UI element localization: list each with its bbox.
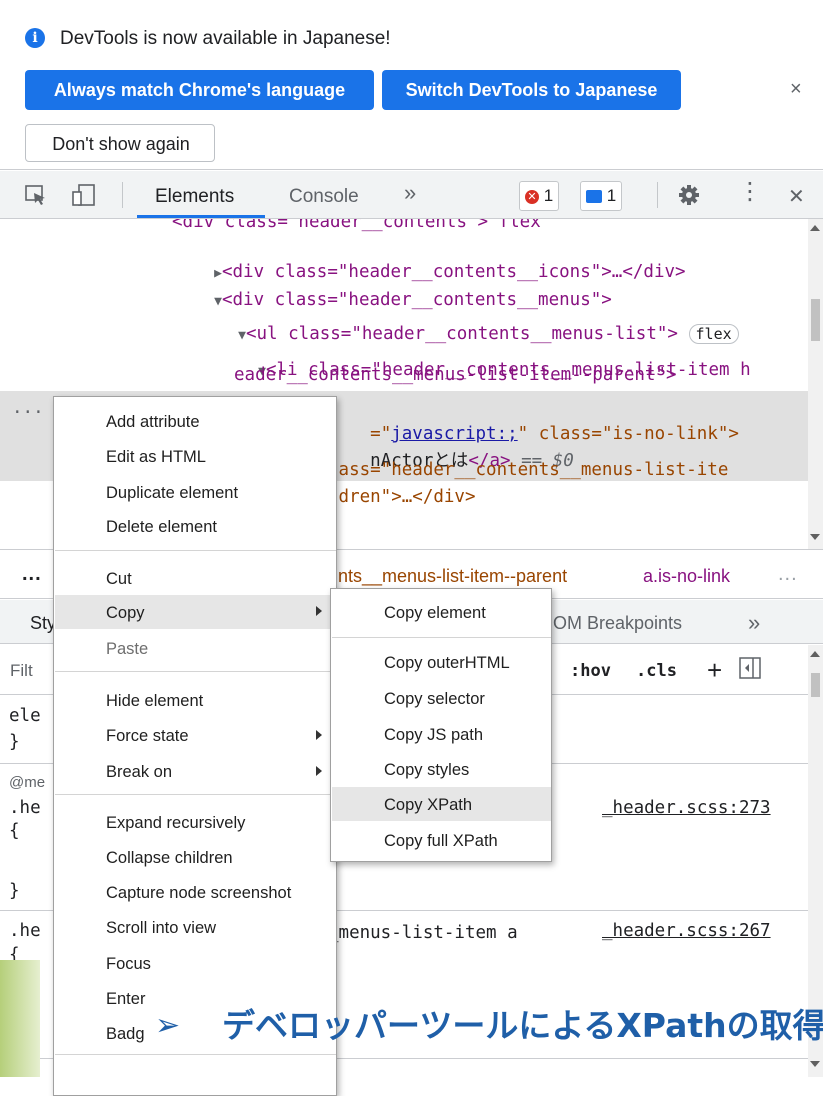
menu-separator: [55, 671, 336, 672]
infobar-close-icon[interactable]: ×: [790, 78, 802, 101]
cls-toggle[interactable]: .cls: [636, 661, 677, 681]
switch-to-japanese-button[interactable]: Switch DevTools to Japanese: [382, 70, 681, 110]
css-brace: }: [9, 881, 20, 901]
menu-item-copy-js-path[interactable]: Copy JS path: [384, 725, 483, 745]
slide-caption-area: ➢ デベロッパーツールによるXPathの取得: [0, 990, 823, 1060]
menu-item-copy[interactable]: Copy: [106, 603, 145, 623]
submenu-arrow-icon: [316, 766, 322, 776]
menu-item-copy-element[interactable]: Copy element: [384, 603, 486, 623]
menu-item-copy-full-xpath[interactable]: Copy full XPath: [384, 831, 498, 851]
dom-line[interactable]: <div class="header__contents"> flex: [172, 219, 541, 233]
menu-item-duplicate-element[interactable]: Duplicate element: [106, 483, 238, 503]
slide-caption: デベロッパーツールによるXPathの取得: [222, 1006, 823, 1045]
dont-show-again-button[interactable]: Don't show again: [25, 124, 215, 162]
scroll-up-arrow-icon[interactable]: [810, 650, 820, 658]
caption-bullet-icon: ➢: [155, 1008, 181, 1043]
error-icon: ✕: [525, 189, 539, 204]
scroll-down-arrow-icon[interactable]: [810, 1060, 820, 1068]
css-source-link[interactable]: _header.scss:273: [602, 797, 771, 819]
new-style-rule-icon[interactable]: +: [707, 655, 722, 686]
breadcrumb-left-dots[interactable]: ...: [22, 563, 42, 586]
menu-item-break-on[interactable]: Break on: [106, 762, 172, 782]
toolbar-separator: [657, 182, 658, 208]
toolbar-separator: [122, 182, 123, 208]
menu-item-add-attribute[interactable]: Add attribute: [106, 412, 200, 432]
tab-elements[interactable]: Elements: [155, 186, 234, 208]
styles-filter-input[interactable]: Filt: [10, 661, 33, 681]
error-count-badge[interactable]: ✕ 1: [519, 181, 560, 211]
css-selector-rest[interactable]: _menus-list-item a: [328, 922, 518, 944]
menu-item-focus[interactable]: Focus: [106, 954, 151, 974]
submenu-arrow-icon: [316, 606, 322, 616]
inspect-element-icon[interactable]: [24, 184, 48, 206]
active-tab-indicator: [137, 215, 265, 218]
scroll-up-arrow-icon[interactable]: [810, 224, 820, 232]
menu-item-capture-node-screenshot[interactable]: Capture node screenshot: [106, 883, 291, 903]
css-selector[interactable]: .he: [9, 920, 41, 942]
menu-item-cut[interactable]: Cut: [106, 569, 132, 589]
menu-item-delete-element[interactable]: Delete element: [106, 517, 217, 537]
infobar-message: DevTools is now available in Japanese!: [60, 28, 391, 49]
node-actions-ellipsis[interactable]: ...: [12, 397, 44, 419]
message-icon: [586, 190, 602, 204]
tab-dom-breakpoints[interactable]: OM Breakpoints: [553, 613, 682, 634]
css-brace: {: [9, 821, 20, 841]
scrollbar-thumb[interactable]: [811, 299, 820, 341]
device-toolbar-icon[interactable]: [70, 183, 96, 207]
menu-item-copy-styles[interactable]: Copy styles: [384, 760, 469, 780]
menu-item-copy-selector[interactable]: Copy selector: [384, 689, 485, 709]
menu-item-highlight: [55, 595, 336, 629]
menu-item-force-state[interactable]: Force state: [106, 726, 189, 746]
css-source-link[interactable]: _header.scss:267: [602, 920, 771, 942]
menu-separator: [55, 550, 336, 551]
tab-console[interactable]: Console: [289, 186, 359, 208]
menu-item-expand-recursively[interactable]: Expand recursively: [106, 813, 245, 833]
menu-item-scroll-into-view[interactable]: Scroll into view: [106, 918, 216, 938]
dom-line[interactable]: ldren">…</div>: [328, 486, 476, 508]
menu-separator: [332, 637, 551, 638]
breadcrumb-item[interactable]: nts__menus-list-item--parent: [338, 566, 567, 587]
css-selector[interactable]: .he: [9, 797, 41, 819]
message-count-badge[interactable]: 1: [580, 181, 623, 211]
message-count: 1: [606, 186, 617, 205]
more-tabs-icon[interactable]: »: [404, 182, 416, 204]
menu-item-paste[interactable]: Paste: [106, 639, 148, 659]
close-devtools-icon[interactable]: ✕: [788, 186, 805, 208]
submenu-arrow-icon: [316, 730, 322, 740]
kebab-menu-icon[interactable]: ⋮: [738, 180, 762, 204]
menu-item-hide-element[interactable]: Hide element: [106, 691, 203, 711]
toggle-sidebar-icon[interactable]: [739, 657, 761, 679]
menu-item-copy-xpath[interactable]: Copy XPath: [384, 795, 472, 815]
menu-item-collapse-children[interactable]: Collapse children: [106, 848, 233, 868]
scrollbar-thumb[interactable]: [811, 673, 820, 697]
menu-item-edit-as-html[interactable]: Edit as HTML: [106, 447, 206, 467]
css-media-query[interactable]: @me: [9, 772, 45, 794]
hov-toggle[interactable]: :hov: [570, 661, 611, 681]
css-selector[interactable]: ele: [9, 705, 41, 727]
menu-item-copy-outerhtml[interactable]: Copy outerHTML: [384, 653, 510, 673]
dom-line[interactable]: lass="header__contents__menus-list-ite: [328, 459, 728, 481]
breadcrumb-right-dots[interactable]: ...: [778, 563, 798, 586]
error-count: 1: [543, 186, 554, 205]
breadcrumb-item-current[interactable]: a.is-no-link: [643, 566, 730, 587]
always-match-language-button[interactable]: Always match Chrome's language: [25, 70, 374, 110]
copy-submenu: Copy element Copy outerHTML Copy selecto…: [330, 588, 552, 862]
css-brace: }: [9, 732, 20, 752]
dom-scrollbar[interactable]: [808, 219, 823, 549]
settings-gear-icon[interactable]: [678, 184, 700, 206]
menu-separator: [55, 794, 336, 795]
dom-line[interactable]: eader__contents__menus-list-item--parent…: [234, 364, 677, 386]
styles-more-tabs-icon[interactable]: »: [748, 610, 760, 636]
scroll-down-arrow-icon[interactable]: [810, 533, 820, 541]
info-icon: i: [25, 28, 45, 48]
